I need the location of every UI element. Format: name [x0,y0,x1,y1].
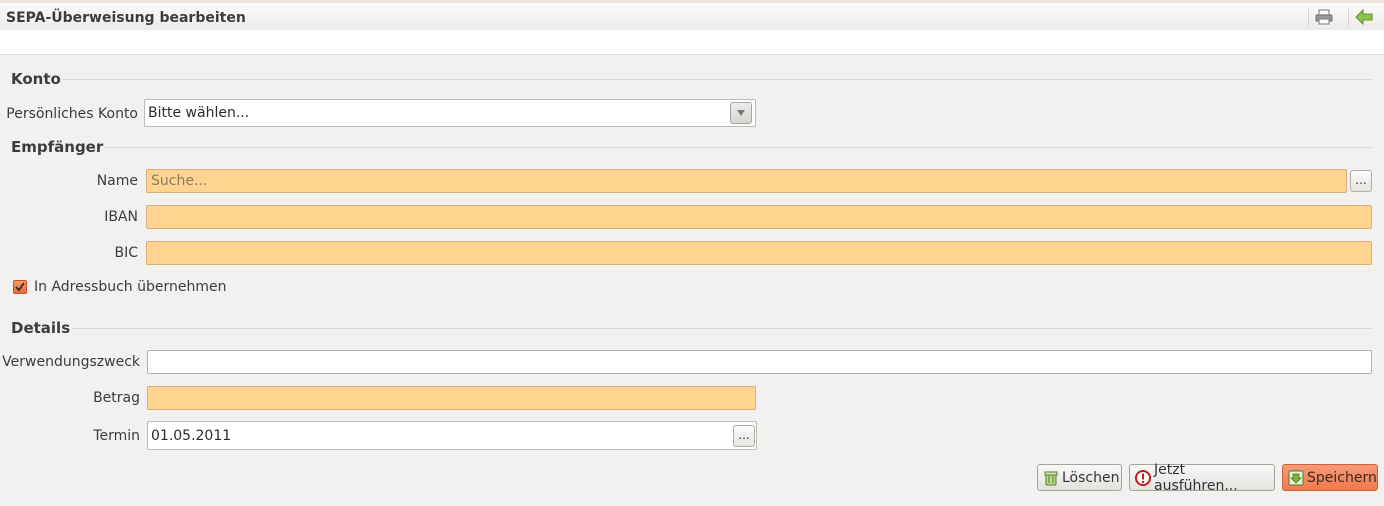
trash-icon [1043,470,1059,486]
name-label: Name [96,173,138,189]
purpose-label: Verwendungszweck [2,354,140,370]
delete-button[interactable]: Löschen [1037,464,1122,491]
delete-button-label: Löschen [1062,469,1120,486]
execute-now-button-label: Jetzt ausführen... [1154,461,1238,494]
bic-label: BIC [114,245,138,261]
account-select-value: Bitte wählen... [148,105,250,121]
chevron-down-icon [736,109,746,117]
printer-icon [1315,9,1333,25]
save-button[interactable]: Speichern [1282,464,1378,491]
account-label: Persönliches Konto [6,106,138,122]
save-icon [1288,470,1304,486]
purpose-input[interactable] [147,350,1372,374]
addressbook-checkbox[interactable] [13,280,27,294]
addressbook-label[interactable]: In Adressbuch übernehmen [34,279,226,295]
warning-icon [1135,469,1151,486]
section-empfaenger: Empfänger [11,138,104,156]
amount-input[interactable] [147,386,756,410]
bic-input[interactable] [146,241,1372,265]
toolbar-spacer [0,30,1384,55]
date-label: Termin [93,428,140,444]
window-title: SEPA-Überweisung bearbeiten [6,10,246,26]
date-value: 01.05.2011 [151,428,232,444]
section-divider [62,79,1372,80]
date-field[interactable]: 01.05.2011 [147,421,757,450]
back-button[interactable] [1348,7,1379,27]
dropdown-button[interactable] [730,102,752,124]
section-konto: Konto [11,70,61,88]
execute-now-button[interactable]: Jetzt ausführen... [1129,461,1275,494]
iban-label: IBAN [104,209,138,225]
save-button-label: Speichern [1307,469,1377,486]
date-picker-button[interactable]: ... [733,425,755,447]
name-browse-button[interactable]: ... [1350,170,1372,192]
account-select[interactable]: Bitte wählen... [144,99,756,127]
title-bar: SEPA-Überweisung bearbeiten [0,0,1384,30]
iban-input[interactable] [146,205,1372,229]
section-details: Details [11,319,71,337]
checkmark-icon [15,282,25,292]
back-arrow-icon [1355,9,1373,25]
name-search-input[interactable] [146,169,1347,193]
print-button[interactable] [1308,7,1339,27]
amount-label: Betrag [93,390,140,406]
section-divider [104,147,1372,148]
section-divider [72,328,1372,329]
